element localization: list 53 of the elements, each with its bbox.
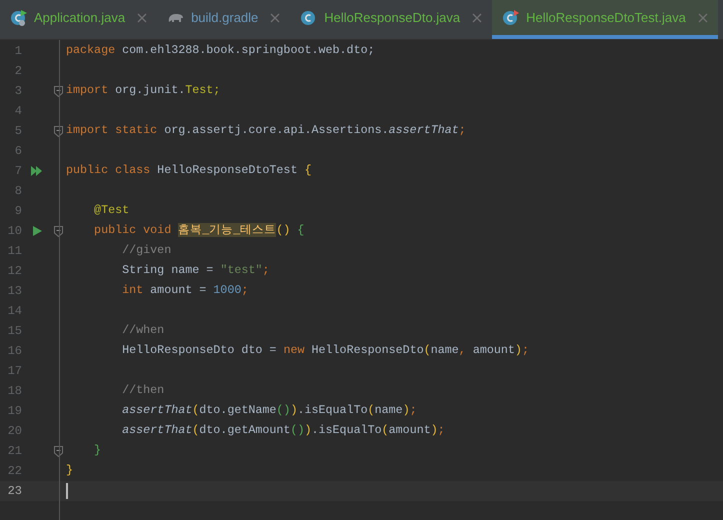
line-number: 1 <box>14 43 22 60</box>
line-number: 6 <box>14 143 22 160</box>
line-number: 2 <box>14 63 22 80</box>
code-line: String name = "test"; <box>121 262 270 280</box>
line-number: 8 <box>14 183 22 200</box>
line-number: 5 <box>14 123 22 140</box>
line-number: 11 <box>6 243 22 260</box>
elephant-icon <box>167 12 186 24</box>
editor-tab[interactable]: HelloResponseDto.java <box>290 0 492 39</box>
line-number: 23 <box>6 483 22 500</box>
line-number: 20 <box>6 423 22 440</box>
code-line: assertThat(dto.getName()).isEqualTo(name); <box>121 402 417 420</box>
editor-tab[interactable]: build.gradle <box>157 0 290 39</box>
line-number: 16 <box>6 343 22 360</box>
run-all-icon[interactable] <box>31 166 43 176</box>
line-number: 4 <box>14 103 22 120</box>
line-number: 7 <box>14 163 22 180</box>
code-line: //when <box>121 322 164 340</box>
editor-tab[interactable]: HelloResponseDtoTest.java <box>492 0 718 39</box>
code-line: int amount = 1000; <box>121 282 248 300</box>
code-line: //given <box>121 242 172 260</box>
code-line: @Test <box>93 202 130 220</box>
line-number: 22 <box>6 463 22 480</box>
run-icon[interactable] <box>32 226 42 236</box>
line-number: 13 <box>6 283 22 300</box>
tab-label: Application.java <box>34 8 126 27</box>
editor-tab[interactable]: Application.java <box>0 0 158 39</box>
tab-label: HelloResponseDtoTest.java <box>526 8 686 27</box>
class-icon <box>10 8 28 26</box>
code-line: import static org.assertj.core.api.Assertions.assertThat; <box>66 122 466 140</box>
line-number: 19 <box>6 403 22 420</box>
code-line: HelloResponseDto dto = new HelloResponseDto(name, amount); <box>121 342 529 360</box>
line-number: 17 <box>6 363 22 380</box>
line-number: 9 <box>14 203 22 220</box>
code-line: } <box>66 462 74 480</box>
line-number: 15 <box>6 323 22 340</box>
code-line: import org.junit.Test; <box>66 82 220 100</box>
line-number: 21 <box>6 443 22 460</box>
code-line: public class HelloResponseDtoTest { <box>66 162 312 180</box>
code-line: assertThat(dto.getAmount()).isEqualTo(amount); <box>121 422 445 440</box>
line-number: 3 <box>14 83 22 100</box>
tab-label: build.gradle <box>191 8 258 27</box>
text-cursor <box>66 483 68 499</box>
line-number: 12 <box>6 263 22 280</box>
line-number: 14 <box>6 303 22 320</box>
code-line: } <box>93 442 102 460</box>
class-icon <box>502 8 520 26</box>
code-line: public void 홈복_기능_테스트() { <box>93 222 304 240</box>
code-line: package com.ehl3288.book.springboot.web.dto; <box>66 42 375 60</box>
code-line: //then <box>121 382 164 400</box>
tab-label: HelloResponseDto.java <box>324 8 460 27</box>
line-number: 18 <box>6 383 22 400</box>
line-number: 10 <box>6 223 22 240</box>
